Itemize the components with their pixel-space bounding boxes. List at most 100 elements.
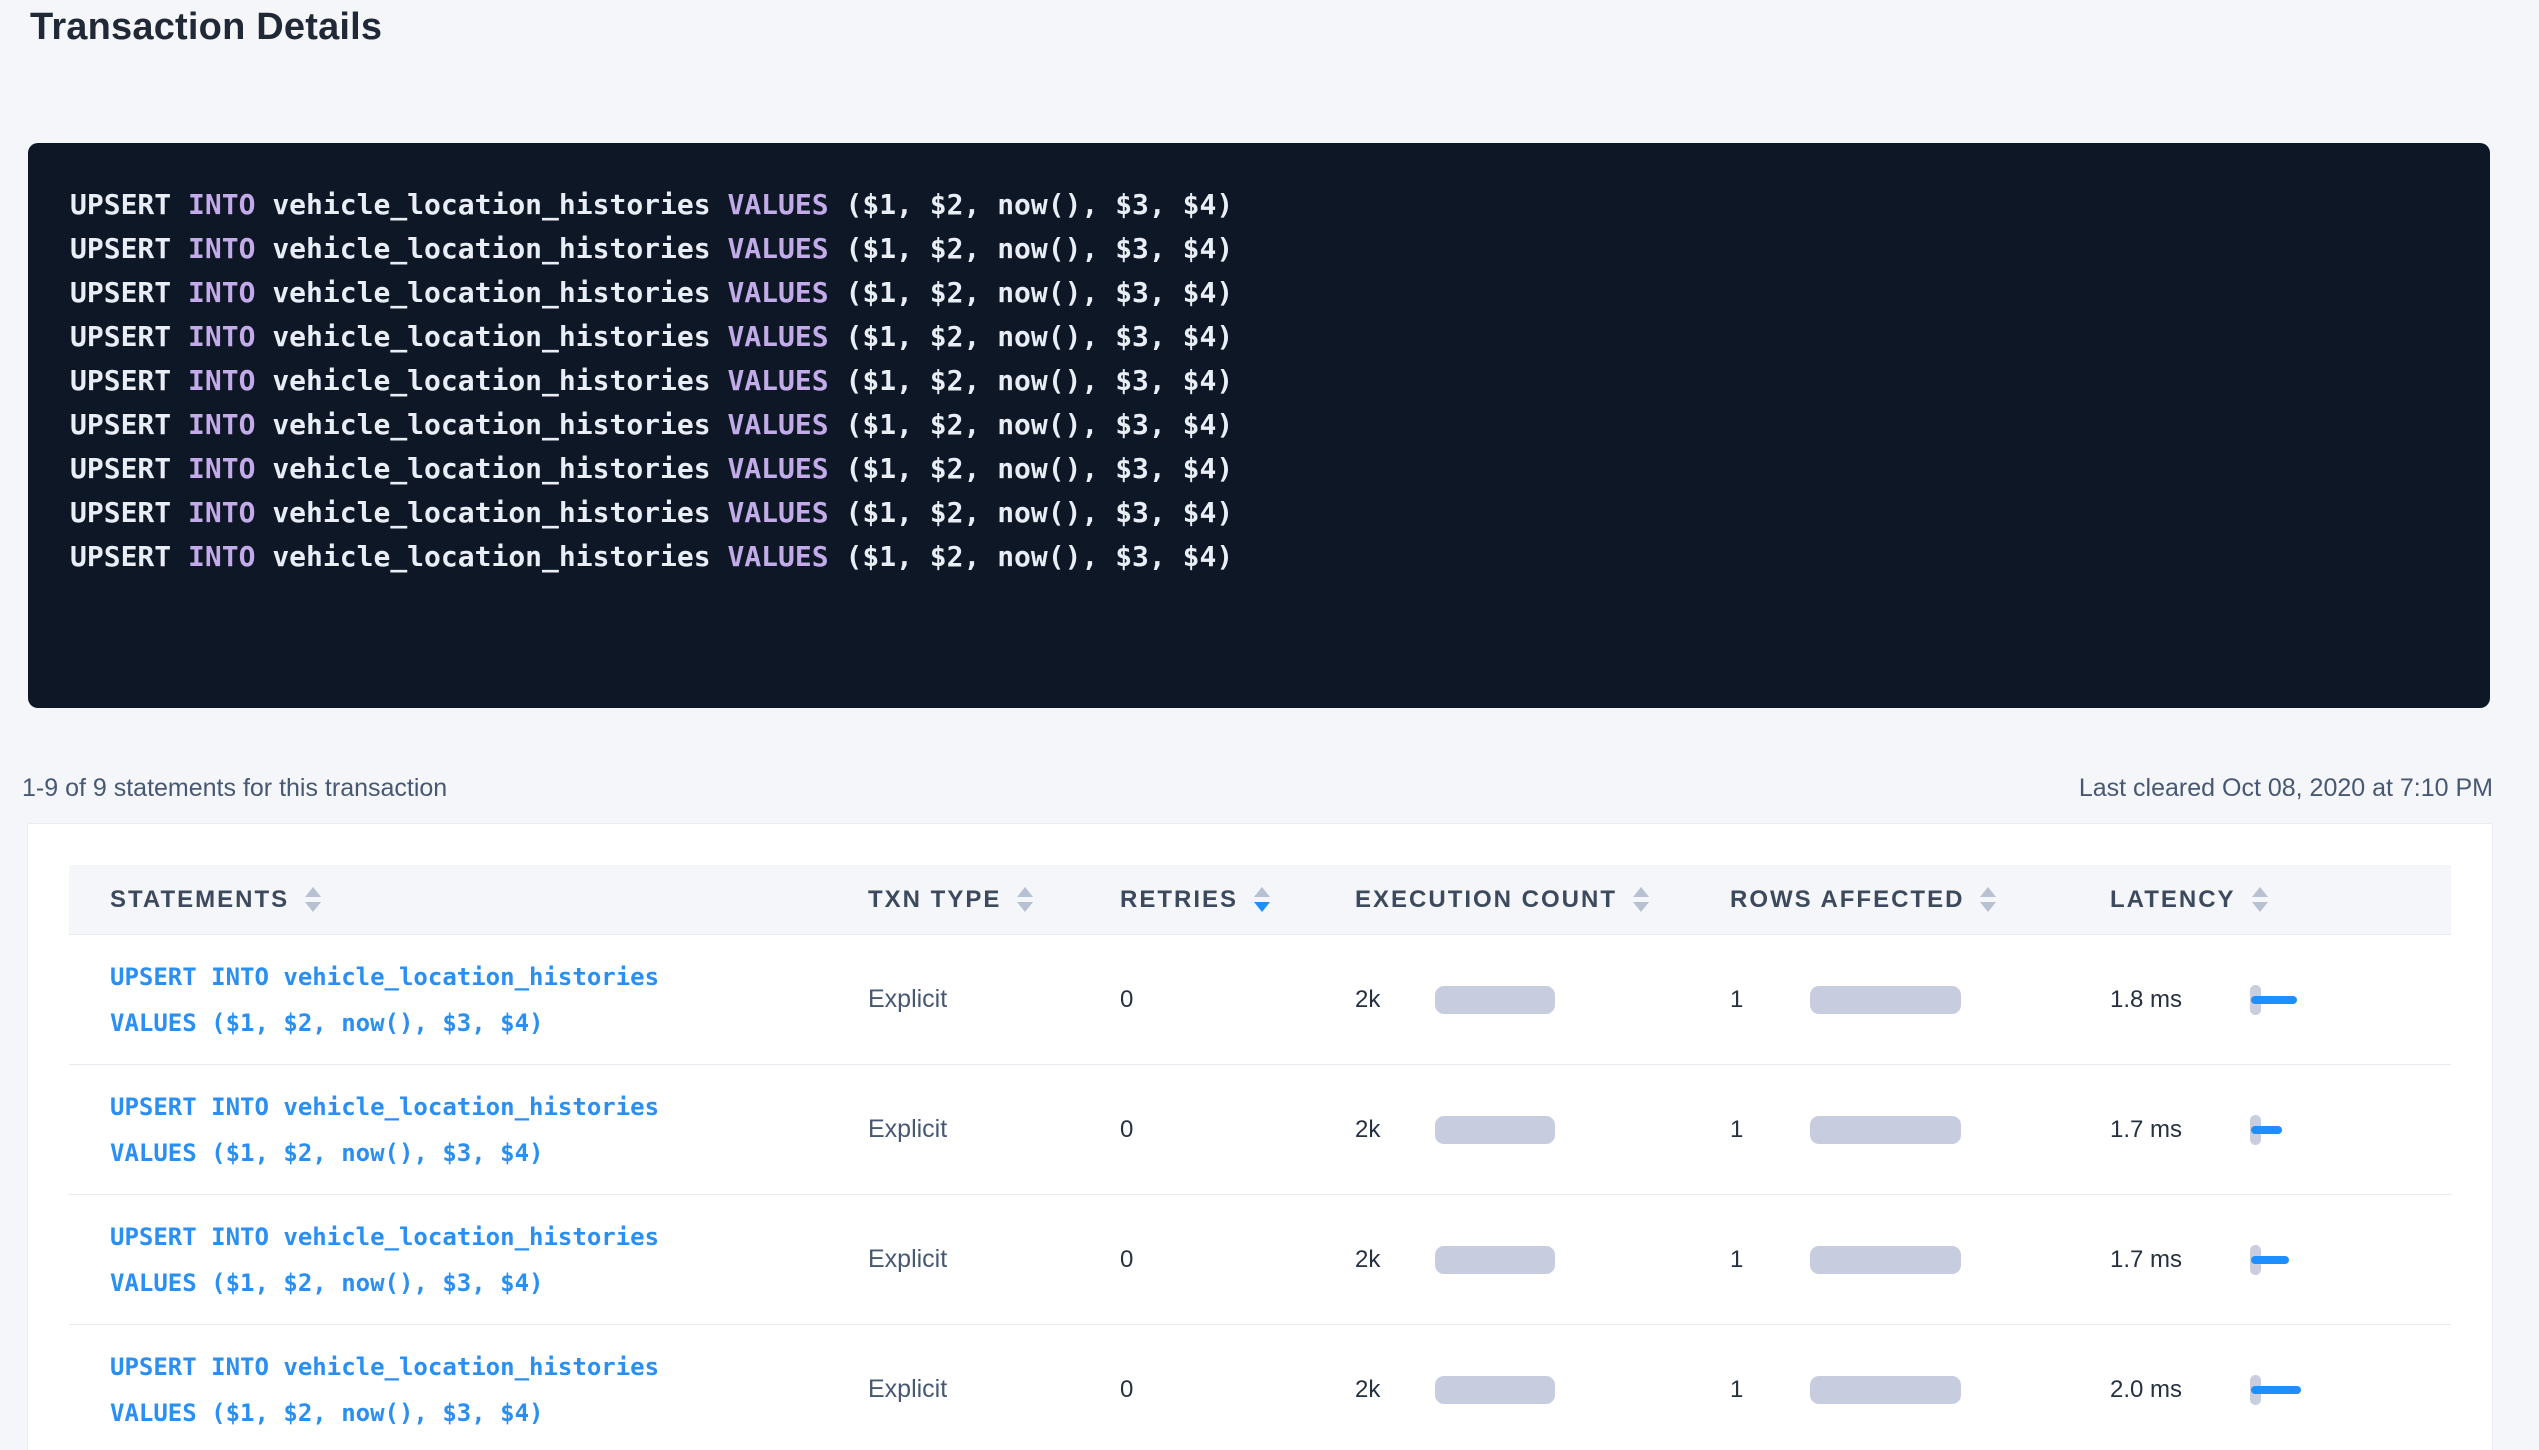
latency-bar (2251, 1256, 2289, 1264)
sql-keyword-into: INTO (188, 232, 272, 265)
latency-chart (2250, 1245, 2330, 1275)
sql-args: ($1, $2, now(), $3, $4) (845, 276, 1233, 309)
table-summary-row: 1-9 of 9 statements for this transaction… (22, 772, 2493, 804)
sql-line: UPSERT INTO vehicle_location_histories V… (70, 403, 2448, 447)
sql-line: UPSERT INTO vehicle_location_histories V… (70, 359, 2448, 403)
sort-asc-icon (1017, 887, 1033, 897)
sql-line: UPSERT INTO vehicle_location_histories V… (70, 535, 2448, 579)
sort-arrows-icon[interactable] (1633, 887, 1649, 912)
txn-type-cell: Explicit (850, 1325, 1105, 1450)
sql-args: ($1, $2, now(), $3, $4) (845, 364, 1233, 397)
execution-count-value: 2k (1355, 986, 1380, 1014)
execution-count-bar (1435, 986, 1555, 1014)
sql-line: UPSERT INTO vehicle_location_histories V… (70, 227, 2448, 271)
table-body: UPSERT INTO vehicle_location_histories V… (69, 935, 2451, 1450)
latency-cell: 1.7 ms (2105, 1065, 2451, 1194)
sql-keyword-upsert: UPSERT (70, 276, 188, 309)
latency-value: 2.0 ms (2110, 1376, 2182, 1404)
latency-bar (2251, 996, 2297, 1004)
sql-table-name: vehicle_location_histories (272, 232, 727, 265)
sql-keyword-upsert: UPSERT (70, 320, 188, 353)
statement-cell: UPSERT INTO vehicle_location_histories V… (69, 1065, 850, 1194)
execution-count-bar (1435, 1376, 1555, 1404)
sort-asc-icon (2252, 887, 2268, 897)
column-header-txn-type[interactable]: TXN TYPE (850, 865, 1105, 934)
sort-arrows-icon[interactable] (1254, 887, 1270, 912)
statement-link[interactable]: UPSERT INTO vehicle_location_histories V… (110, 1344, 659, 1436)
retries-cell: 0 (1105, 935, 1355, 1064)
sql-table-name: vehicle_location_histories (272, 496, 727, 529)
sort-arrows-icon[interactable] (1017, 887, 1033, 912)
sql-table-name: vehicle_location_histories (272, 364, 727, 397)
retries-cell: 0 (1105, 1065, 1355, 1194)
column-header-label: ROWS AFFECTED (1730, 886, 1964, 914)
statement-line-2: VALUES ($1, $2, now(), $3, $4) (110, 1000, 659, 1046)
sql-line: UPSERT INTO vehicle_location_histories V… (70, 491, 2448, 535)
sql-keyword-into: INTO (188, 496, 272, 529)
rows-affected-bar (1810, 1376, 1961, 1404)
sql-args: ($1, $2, now(), $3, $4) (845, 496, 1233, 529)
rows-affected-cell: 1 (1730, 1195, 2105, 1324)
column-header-statements[interactable]: STATEMENTS (69, 865, 850, 934)
latency-bar (2251, 1126, 2282, 1134)
latency-value: 1.7 ms (2110, 1246, 2182, 1274)
execution-count-cell: 2k (1355, 1195, 1730, 1324)
statements-count-text: 1-9 of 9 statements for this transaction (22, 772, 447, 804)
table-header-row: STATEMENTS TXN TYPE RETRIES EXECUTION CO… (69, 865, 2451, 935)
rows-affected-value: 1 (1730, 1376, 1743, 1404)
statement-line-2: VALUES ($1, $2, now(), $3, $4) (110, 1130, 659, 1176)
statement-link[interactable]: UPSERT INTO vehicle_location_histories V… (110, 1084, 659, 1176)
statement-link[interactable]: UPSERT INTO vehicle_location_histories V… (110, 1214, 659, 1306)
execution-count-cell: 2k (1355, 935, 1730, 1064)
statement-cell: UPSERT INTO vehicle_location_histories V… (69, 935, 850, 1064)
sort-desc-icon (1633, 902, 1649, 912)
txn-type-cell: Explicit (850, 935, 1105, 1064)
column-header-latency[interactable]: LATENCY (2105, 865, 2451, 934)
sql-keyword-values: VALUES (727, 364, 845, 397)
sql-line: UPSERT INTO vehicle_location_histories V… (70, 447, 2448, 491)
sort-arrows-icon[interactable] (305, 887, 321, 912)
sql-keyword-upsert: UPSERT (70, 540, 188, 573)
sql-keyword-into: INTO (188, 408, 272, 441)
statement-line-1: UPSERT INTO vehicle_location_histories (110, 954, 659, 1000)
sql-keyword-into: INTO (188, 364, 272, 397)
statement-line-1: UPSERT INTO vehicle_location_histories (110, 1214, 659, 1260)
execution-count-cell: 2k (1355, 1325, 1730, 1450)
sql-statements-box: UPSERT INTO vehicle_location_histories V… (28, 143, 2490, 708)
statement-cell: UPSERT INTO vehicle_location_histories V… (69, 1195, 850, 1324)
sort-asc-icon (1633, 887, 1649, 897)
column-header-rows-affected[interactable]: ROWS AFFECTED (1730, 865, 2105, 934)
sql-table-name: vehicle_location_histories (272, 320, 727, 353)
sql-keyword-values: VALUES (727, 320, 845, 353)
column-header-retries[interactable]: RETRIES (1105, 865, 1355, 934)
statement-cell: UPSERT INTO vehicle_location_histories V… (69, 1325, 850, 1450)
column-header-execution-count[interactable]: EXECUTION COUNT (1355, 865, 1730, 934)
rows-affected-value: 1 (1730, 1246, 1743, 1274)
sort-arrows-icon[interactable] (1980, 887, 1996, 912)
statement-link[interactable]: UPSERT INTO vehicle_location_histories V… (110, 954, 659, 1046)
sort-asc-icon (305, 887, 321, 897)
table-row: UPSERT INTO vehicle_location_histories V… (69, 1065, 2451, 1195)
retries-cell: 0 (1105, 1195, 1355, 1324)
rows-affected-cell: 1 (1730, 1065, 2105, 1194)
sql-keyword-into: INTO (188, 540, 272, 573)
sort-desc-icon (1017, 902, 1033, 912)
column-header-label: TXN TYPE (868, 886, 1001, 914)
rows-affected-cell: 1 (1730, 935, 2105, 1064)
sql-table-name: vehicle_location_histories (272, 452, 727, 485)
table-row: UPSERT INTO vehicle_location_histories V… (69, 935, 2451, 1065)
sql-args: ($1, $2, now(), $3, $4) (845, 452, 1233, 485)
rows-affected-value: 1 (1730, 1116, 1743, 1144)
statement-line-1: UPSERT INTO vehicle_location_histories (110, 1084, 659, 1130)
latency-chart (2250, 1115, 2330, 1145)
latency-value: 1.8 ms (2110, 986, 2182, 1014)
sql-args: ($1, $2, now(), $3, $4) (845, 408, 1233, 441)
sql-table-name: vehicle_location_histories (272, 540, 727, 573)
table-row: UPSERT INTO vehicle_location_histories V… (69, 1325, 2451, 1450)
last-cleared-text: Last cleared Oct 08, 2020 at 7:10 PM (2079, 772, 2493, 804)
sql-keyword-upsert: UPSERT (70, 188, 188, 221)
sort-arrows-icon[interactable] (2252, 887, 2268, 912)
sql-keyword-into: INTO (188, 320, 272, 353)
sql-table-name: vehicle_location_histories (272, 188, 727, 221)
execution-count-cell: 2k (1355, 1065, 1730, 1194)
